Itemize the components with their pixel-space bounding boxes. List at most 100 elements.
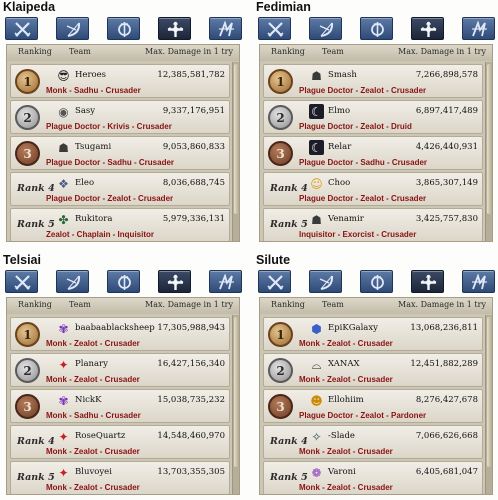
scrollbar-thumb[interactable] <box>487 64 491 214</box>
ranking-row[interactable]: Rank 5 ✦ Bluvoyei 13,703,355,305 Monk - Zeal… <box>10 461 230 494</box>
ranking-row[interactable]: Rank 5 ☗ Venamir 3,425,757,830 Inquisitor - … <box>263 208 483 241</box>
player-name[interactable]: Heroes <box>75 70 106 80</box>
player-name[interactable]: Venamir <box>328 214 364 224</box>
tab-scout-blades[interactable] <box>209 270 242 293</box>
ranking-row[interactable]: 3 ☗ Tsugami 9,053,860,833 Plague Doctor - Sa… <box>10 136 230 170</box>
ranking-list: 1 ✾ baabaablacksheep 17,305,988,943 Monk - Z… <box>7 315 232 494</box>
player-name[interactable]: Tsugami <box>75 142 111 152</box>
ranking-row[interactable]: Rank 5 ✤ Rukitora 5,979,336,131 Zealot - Cha… <box>10 208 230 241</box>
hat-icon: ⌓ <box>311 357 322 372</box>
tab-cleric-cross[interactable] <box>158 270 191 293</box>
player-name[interactable]: XANAX <box>328 359 360 369</box>
rank-label: Rank 4 <box>270 183 308 194</box>
player-name[interactable]: baabaablacksheep <box>75 323 155 333</box>
tab-scout-blades[interactable] <box>209 17 242 40</box>
tab-crossed-swords[interactable] <box>5 270 38 293</box>
damage-header: Max. Damage in 1 try <box>398 300 486 309</box>
max-damage: 5,979,336,131 <box>162 214 225 224</box>
rank-medal-3: 3 <box>15 141 40 166</box>
tab-scout-blades[interactable] <box>462 17 495 40</box>
ranking-row[interactable]: Rank 5 ❁ Varoni 6,405,681,047 Monk - Zealot … <box>263 461 483 494</box>
ranking-row[interactable]: 1 😎 Heroes 12,385,581,782 Monk - Sadhu - Cru… <box>10 64 230 98</box>
player-name[interactable]: Ellohiim <box>328 395 364 405</box>
player-name[interactable]: Planary <box>75 359 108 369</box>
scrollbar[interactable] <box>485 315 492 494</box>
class-build: Monk - Zealot - Crusader <box>299 375 393 384</box>
player-name[interactable]: Elmo <box>328 106 350 116</box>
ranking-row[interactable]: 1 ⬢ EpiKGalaxy 13,068,236,811 Monk - Zealot … <box>263 317 483 351</box>
tab-bow[interactable] <box>56 17 89 40</box>
ranking-row[interactable]: 3 ☻ Ellohiim 8,276,427,678 Plague Doctor - Z… <box>263 389 483 423</box>
team-header: Team <box>69 300 91 309</box>
tab-cleric-cross[interactable] <box>158 17 191 40</box>
class-build: Zealot - Chaplain - Inquisitor <box>46 230 154 239</box>
ranking-row[interactable]: 2 ☾ Elmo 6,897,417,489 Plague Doctor - Zealo… <box>263 100 483 134</box>
scrollbar[interactable] <box>232 62 239 241</box>
region-panel-silute: Silute Ranking Team Max. Damage in 1 try 1 ⬢ E… <box>256 253 497 495</box>
player-name[interactable]: Smash <box>328 70 357 80</box>
scrollbar-thumb[interactable] <box>234 64 238 214</box>
scrollbar[interactable] <box>232 315 239 494</box>
rank-label: Rank 4 <box>270 436 308 447</box>
class-build: Monk - Zealot - Crusader <box>46 447 140 456</box>
max-damage: 14,548,460,970 <box>157 431 225 441</box>
player-name[interactable]: Varoni <box>328 467 356 477</box>
rank-medal-1: 1 <box>268 69 293 94</box>
tab-wand-circle[interactable] <box>107 270 140 293</box>
max-damage: 12,451,882,289 <box>410 359 478 369</box>
class-build: Monk - Zealot - Crusader <box>46 375 140 384</box>
ranking-row[interactable]: Rank 4 ☺ Choo 3,865,307,149 Plague Doctor - … <box>263 172 483 206</box>
ranking-list: 1 😎 Heroes 12,385,581,782 Monk - Sadhu - Cru… <box>7 62 232 241</box>
tab-crossed-swords[interactable] <box>5 17 38 40</box>
purple-gem-icon: ❁ <box>311 465 322 480</box>
player-name[interactable]: Choo <box>328 178 350 188</box>
class-build: Plague Doctor - Zealot - Pardoner <box>299 411 427 420</box>
tab-wand-circle[interactable] <box>360 17 393 40</box>
player-name[interactable]: Relar <box>328 142 351 152</box>
player-name[interactable]: RoseQuartz <box>75 431 125 441</box>
max-damage: 6,405,681,047 <box>415 467 478 477</box>
player-name[interactable]: Eleo <box>75 178 94 188</box>
tab-cleric-cross[interactable] <box>411 270 444 293</box>
ranking-row[interactable]: Rank 4 ✦ RoseQuartz 14,548,460,970 Monk - Ze… <box>10 425 230 459</box>
ranking-row[interactable]: 2 ✦ Planary 16,427,156,340 Monk - Zealot - C… <box>10 353 230 387</box>
ranking-row[interactable]: 3 ✾ NickK 15,038,735,232 Monk - Sadhu - Crus… <box>10 389 230 423</box>
table-header: Ranking Team Max. Damage in 1 try <box>7 298 239 314</box>
rank-medal-2: 2 <box>268 105 293 130</box>
player-name[interactable]: Rukitora <box>75 214 112 224</box>
ranking-row[interactable]: 1 ✾ baabaablacksheep 17,305,988,943 Monk - Z… <box>10 317 230 351</box>
tab-cleric-cross[interactable] <box>411 17 444 40</box>
ranking-row[interactable]: 2 ◉ Sasy 9,337,176,951 Plague Doctor - Krivi… <box>10 100 230 134</box>
rank-medal-1: 1 <box>15 69 40 94</box>
tab-wand-circle[interactable] <box>107 17 140 40</box>
tab-scout-blades[interactable] <box>462 270 495 293</box>
ranking-row[interactable]: 2 ⌓ XANAX 12,451,882,289 Monk - Zealot - Cru… <box>263 353 483 387</box>
purple-creature-icon: ✾ <box>58 321 69 336</box>
player-name[interactable]: Sasy <box>75 106 95 116</box>
max-damage: 12,385,581,782 <box>157 70 225 80</box>
player-name[interactable]: NickK <box>75 395 101 405</box>
scrollbar-thumb[interactable] <box>234 317 238 467</box>
tab-bow[interactable] <box>56 270 89 293</box>
ranking-row[interactable]: Rank 4 ❖ Eleo 8,036,688,745 Plague Doctor - … <box>10 172 230 206</box>
blue-shield-icon: ⬢ <box>311 321 322 336</box>
player-name[interactable]: EpiKGalaxy <box>328 323 378 333</box>
tab-bow[interactable] <box>309 270 342 293</box>
sunglasses-icon: 😎 <box>57 68 70 83</box>
ranking-row[interactable]: 3 ☾ Relar 4,426,440,931 Plague Doctor - Sadh… <box>263 136 483 170</box>
class-build: Plague Doctor - Krivis - Crusader <box>46 122 172 131</box>
class-build: Monk - Sadhu - Crusader <box>46 411 141 420</box>
ranking-board: Ranking Team Max. Damage in 1 try 1 😎 Heroes 1… <box>6 44 240 242</box>
player-name[interactable]: -Slade <box>328 431 355 441</box>
tab-wand-circle[interactable] <box>360 270 393 293</box>
player-name[interactable]: Bluvoyei <box>75 467 112 477</box>
tab-crossed-swords[interactable] <box>258 17 291 40</box>
ranking-row[interactable]: Rank 4 ✧ -Slade 7,066,626,668 Monk - Zealot … <box>263 425 483 459</box>
max-damage: 16,427,156,340 <box>157 359 225 369</box>
tab-bow[interactable] <box>309 17 342 40</box>
scrollbar-thumb[interactable] <box>487 317 491 467</box>
ranking-row[interactable]: 1 ☗ Smash 7,266,898,578 Plague Doctor - Zeal… <box>263 64 483 98</box>
tab-crossed-swords[interactable] <box>258 270 291 293</box>
scrollbar[interactable] <box>485 62 492 241</box>
ranking-board: Ranking Team Max. Damage in 1 try 1 ⬢ EpiKGal… <box>259 297 493 495</box>
